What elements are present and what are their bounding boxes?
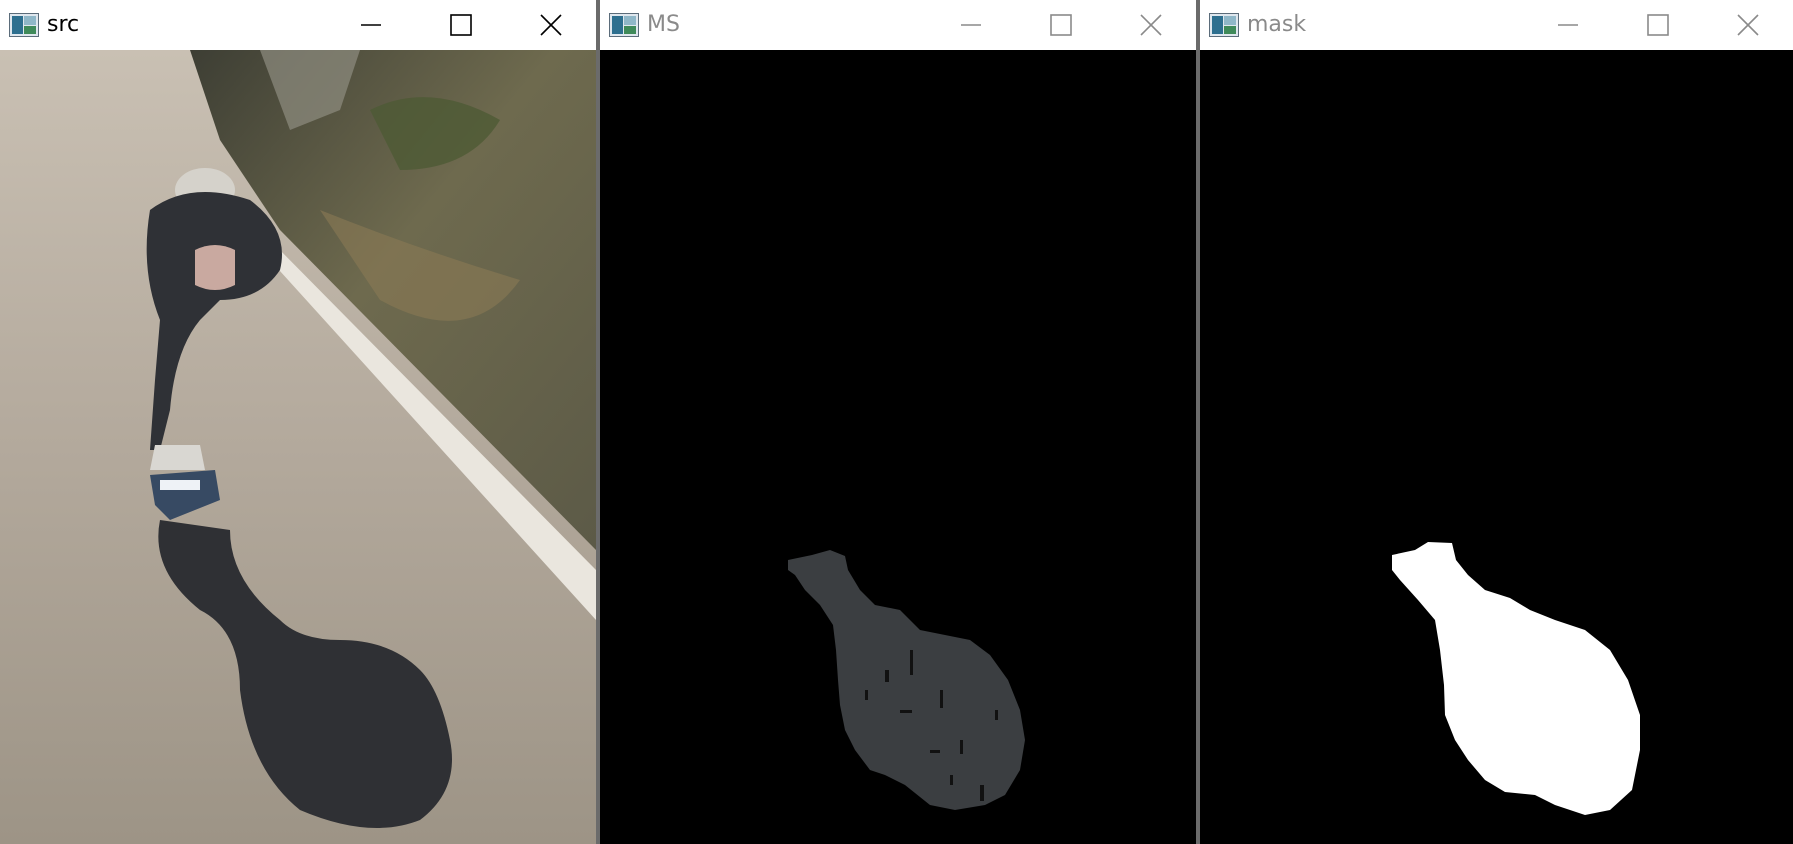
src-window: src bbox=[0, 0, 596, 844]
minimize-icon bbox=[1558, 24, 1578, 26]
close-icon bbox=[540, 14, 562, 36]
minimize-button[interactable] bbox=[1523, 0, 1613, 50]
maximize-icon bbox=[450, 14, 472, 36]
window-title: mask bbox=[1247, 12, 1307, 37]
close-icon bbox=[1737, 14, 1759, 36]
image-viewer-icon bbox=[1209, 13, 1239, 37]
maximize-button[interactable] bbox=[1016, 0, 1106, 50]
close-icon bbox=[1140, 14, 1162, 36]
ms-image bbox=[600, 50, 1196, 844]
image-viewer-icon bbox=[9, 13, 39, 37]
src-titlebar[interactable]: src bbox=[0, 0, 596, 51]
src-image bbox=[0, 50, 596, 844]
close-button[interactable] bbox=[1106, 0, 1196, 50]
ms-titlebar[interactable]: MS bbox=[600, 0, 1196, 51]
minimize-button[interactable] bbox=[326, 0, 416, 50]
minimize-icon bbox=[361, 24, 381, 26]
maximize-button[interactable] bbox=[1613, 0, 1703, 50]
minimize-icon bbox=[961, 24, 981, 26]
window-title: src bbox=[47, 12, 80, 37]
mask-region bbox=[1392, 542, 1640, 815]
mask-titlebar[interactable]: mask bbox=[1200, 0, 1793, 51]
ms-region bbox=[788, 550, 1025, 810]
mask-image bbox=[1200, 50, 1793, 844]
image-viewer-icon bbox=[609, 13, 639, 37]
mask-window: mask bbox=[1200, 0, 1793, 844]
maximize-button[interactable] bbox=[416, 0, 506, 50]
ms-window: MS bbox=[600, 0, 1196, 844]
maximize-icon bbox=[1050, 14, 1072, 36]
minimize-button[interactable] bbox=[926, 0, 1016, 50]
maximize-icon bbox=[1647, 14, 1669, 36]
window-title: MS bbox=[647, 12, 680, 37]
close-button[interactable] bbox=[506, 0, 596, 50]
close-button[interactable] bbox=[1703, 0, 1793, 50]
